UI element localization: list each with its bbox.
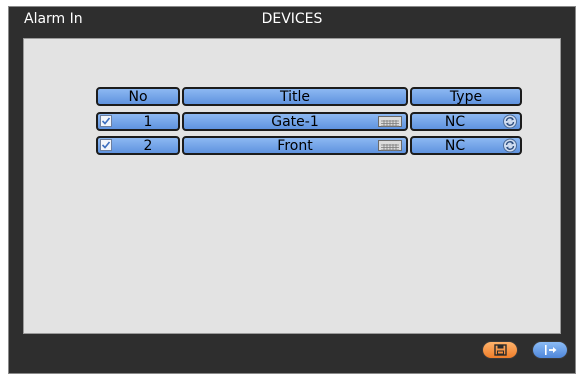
row-1-type: NC — [444, 114, 466, 130]
save-icon — [494, 344, 507, 356]
keyboard-keys — [381, 144, 399, 151]
row-2-checkbox[interactable] — [100, 139, 112, 151]
checkbox-icon — [101, 117, 111, 125]
content-panel: No Title Type 1 Gate-1 NC 2 Front NC — [23, 38, 561, 334]
header-no-label: No — [128, 89, 148, 105]
checkbox-icon — [101, 141, 111, 149]
row-1-title-field[interactable]: Gate-1 — [182, 112, 408, 131]
header-type: Type — [410, 87, 522, 106]
row-1-type-select[interactable]: NC — [410, 112, 522, 131]
exit-button[interactable] — [532, 341, 568, 359]
row-2-type: NC — [444, 138, 466, 154]
row-2-no-cell: 2 — [96, 136, 180, 155]
keyboard-keys — [381, 120, 399, 127]
row-2-number: 2 — [143, 138, 153, 154]
row-1-checkbox[interactable] — [100, 115, 112, 127]
keyboard-icon[interactable] — [378, 140, 402, 151]
title-bar: Alarm In DEVICES — [9, 7, 575, 33]
header-title: Title — [182, 87, 408, 106]
row-2-type-select[interactable]: NC — [410, 136, 522, 155]
row-1-title: Gate-1 — [271, 114, 319, 130]
row-2-title-field[interactable]: Front — [182, 136, 408, 155]
row-2-title: Front — [277, 138, 313, 154]
header-type-label: Type — [449, 89, 483, 105]
row-1-no-cell: 1 — [96, 112, 180, 131]
save-button[interactable] — [482, 341, 518, 359]
refresh-icon[interactable] — [502, 114, 518, 129]
devices-window: Alarm In DEVICES No Title Type 1 Gate-1 — [8, 6, 576, 374]
keyboard-icon[interactable] — [378, 116, 402, 127]
header-no: No — [96, 87, 180, 106]
header-title-label: Title — [279, 89, 310, 105]
window-title: DEVICES — [261, 11, 323, 27]
row-1-number: 1 — [143, 114, 153, 130]
exit-icon — [545, 345, 557, 355]
refresh-icon[interactable] — [502, 138, 518, 153]
